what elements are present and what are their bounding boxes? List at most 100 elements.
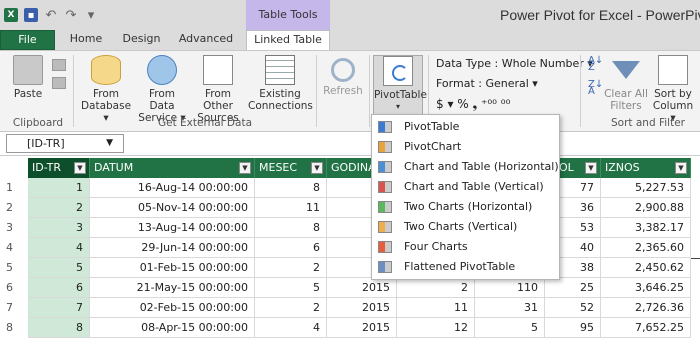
menu-item-four-charts[interactable]: Four Charts <box>372 237 559 257</box>
table-cell-id[interactable]: 4 <box>28 238 90 258</box>
row-number[interactable]: 8 <box>0 318 28 338</box>
format-dropdown[interactable]: Format : General ▾ <box>436 77 538 90</box>
table-cell-datum[interactable]: 02-Feb-15 00:00:00 <box>90 298 255 318</box>
row-number[interactable]: 1 <box>0 178 28 198</box>
paste-button[interactable]: Paste <box>8 55 48 100</box>
menu-item-pivotchart[interactable]: PivotChart <box>372 137 559 157</box>
chevron-down-icon[interactable]: ▼ <box>106 135 113 152</box>
from-data-service-button[interactable]: From Data Service ▾ <box>136 55 188 124</box>
filter-dropdown-icon[interactable]: ▼ <box>239 162 251 174</box>
table-cell-mesec[interactable]: 2 <box>255 298 327 318</box>
table-cell-mesec[interactable]: 4 <box>255 318 327 338</box>
column-header-iznos[interactable]: IZNOS ▼ <box>601 158 691 178</box>
menu-item-chart-and-table-horizontal[interactable]: Chart and Table (Horizontal) <box>372 157 559 177</box>
ribbon-tabs: File Home Design Advanced Linked Table <box>0 30 700 51</box>
table-cell-c5[interactable]: 11 <box>397 298 475 318</box>
filter-dropdown-icon[interactable]: ▼ <box>74 162 86 174</box>
tab-home[interactable]: Home <box>58 30 114 50</box>
cut-icon[interactable] <box>52 59 66 71</box>
table-cell-mesec[interactable]: 2 <box>255 258 327 278</box>
column-header-id-tr[interactable]: ID-TR ▼ <box>28 158 90 178</box>
menu-item-chart-and-table-vertical[interactable]: Chart and Table (Vertical) <box>372 177 559 197</box>
table-cell-mesec[interactable]: 6 <box>255 238 327 258</box>
from-database-button[interactable]: From Database ▾ <box>78 55 134 124</box>
row-number[interactable]: 2 <box>0 198 28 218</box>
table-cell-id[interactable]: 3 <box>28 218 90 238</box>
from-other-sources-button[interactable]: From Other Sources <box>190 55 246 124</box>
table-cell-ol[interactable]: 52 <box>545 298 601 318</box>
table-cell-iznos[interactable]: 3,646.25 <box>601 278 691 298</box>
sort-by-column-button[interactable]: Sort by Column ▾ <box>650 55 696 124</box>
table-cell-c5[interactable]: 2 <box>397 278 475 298</box>
table-cell-mesec[interactable]: 8 <box>255 218 327 238</box>
table-cell-iznos[interactable]: 2,726.36 <box>601 298 691 318</box>
table-cell-datum[interactable]: 21-May-15 00:00:00 <box>90 278 255 298</box>
redo-icon[interactable]: ↷ <box>64 8 78 23</box>
menu-item-two-charts-horizontal[interactable]: Two Charts (Horizontal) <box>372 197 559 217</box>
table-cell-c6[interactable]: 31 <box>475 298 545 318</box>
table-cell-datum[interactable]: 16-Aug-14 00:00:00 <box>90 178 255 198</box>
customize-icon[interactable]: ▾ <box>84 8 98 23</box>
table-cell-c6[interactable]: 5 <box>475 318 545 338</box>
copy-icon[interactable] <box>52 77 66 89</box>
row-number[interactable]: 4 <box>0 238 28 258</box>
filter-dropdown-icon[interactable]: ▼ <box>311 162 323 174</box>
table-cell-iznos[interactable]: 2,365.60 <box>601 238 691 258</box>
table-cell-iznos[interactable]: 2,450.62 <box>601 258 691 278</box>
table-cell-id[interactable]: 7 <box>28 298 90 318</box>
table-cell-datum[interactable]: 05-Nov-14 00:00:00 <box>90 198 255 218</box>
save-icon[interactable]: ▪ <box>24 8 38 22</box>
table-cell-id[interactable]: 5 <box>28 258 90 278</box>
table-cell-mesec[interactable]: 8 <box>255 178 327 198</box>
table-cell-id[interactable]: 2 <box>28 198 90 218</box>
table-cell-godina[interactable]: 2015 <box>327 318 397 338</box>
name-box[interactable]: [ID-TR] ▼ <box>6 134 124 153</box>
number-format-buttons[interactable]: $ ▾ % ❟ ⁺⁰⁰ ⁰⁰ <box>436 97 510 112</box>
table-cell-iznos[interactable]: 5,227.53 <box>601 178 691 198</box>
table-cell-iznos[interactable]: 3,382.17 <box>601 218 691 238</box>
table-cell-datum[interactable]: 29-Jun-14 00:00:00 <box>90 238 255 258</box>
excel-icon[interactable]: X <box>4 8 18 22</box>
table-cell-datum[interactable]: 13-Aug-14 00:00:00 <box>90 218 255 238</box>
row-number[interactable]: 6 <box>0 278 28 298</box>
tab-linked-table[interactable]: Linked Table <box>246 30 330 51</box>
table-cell-godina[interactable]: 2015 <box>327 298 397 318</box>
from-database-label-1: From <box>92 88 119 100</box>
filter-dropdown-icon[interactable]: ▼ <box>675 162 687 174</box>
menu-item-pivottable[interactable]: PivotTable <box>372 117 559 137</box>
table-cell-datum[interactable]: 01-Feb-15 00:00:00 <box>90 258 255 278</box>
column-header-mesec[interactable]: MESEC ▼ <box>255 158 327 178</box>
undo-icon[interactable]: ↶ <box>44 8 58 23</box>
table-cell-mesec[interactable]: 11 <box>255 198 327 218</box>
tab-advanced[interactable]: Advanced <box>170 30 242 50</box>
table-cell-c5[interactable]: 12 <box>397 318 475 338</box>
column-header-datum[interactable]: DATUM ▼ <box>90 158 255 178</box>
table-cell-mesec[interactable]: 5 <box>255 278 327 298</box>
tab-design[interactable]: Design <box>114 30 169 50</box>
existing-connections-button[interactable]: Existing Connections <box>248 55 313 112</box>
table-cell-ol[interactable]: 95 <box>545 318 601 338</box>
data-type-dropdown[interactable]: Data Type : Whole Number ▾ <box>436 57 593 70</box>
filter-dropdown-icon[interactable]: ▼ <box>585 162 597 174</box>
table-cell-iznos[interactable]: 7,652.25 <box>601 318 691 338</box>
table-cell-id[interactable]: 1 <box>28 178 90 198</box>
menu-item-two-charts-vertical[interactable]: Two Charts (Vertical) <box>372 217 559 237</box>
menu-item-flattened-pivottable[interactable]: Flattened PivotTable <box>372 257 559 277</box>
sort-descending-icon[interactable]: Z↓ A <box>588 80 603 97</box>
tab-file[interactable]: File <box>0 30 55 50</box>
table-cell-ol[interactable]: 25 <box>545 278 601 298</box>
menu-item-label: PivotChart <box>404 140 462 153</box>
table-cell-datum[interactable]: 08-Apr-15 00:00:00 <box>90 318 255 338</box>
row-number[interactable]: 5 <box>0 258 28 278</box>
sort-ascending-icon[interactable]: A↓ Z <box>588 56 603 73</box>
refresh-button[interactable]: Refresh <box>318 55 368 97</box>
table-cell-c6[interactable]: 110 <box>475 278 545 298</box>
table-cell-godina[interactable]: 2015 <box>327 278 397 298</box>
row-number[interactable]: 7 <box>0 298 28 318</box>
menu-item-label: Two Charts (Vertical) <box>404 220 518 233</box>
clear-all-filters-button[interactable]: Clear All Filters <box>604 55 648 112</box>
row-number[interactable]: 3 <box>0 218 28 238</box>
table-cell-id[interactable]: 8 <box>28 318 90 338</box>
table-cell-id[interactable]: 6 <box>28 278 90 298</box>
table-cell-iznos[interactable]: 2,900.88 <box>601 198 691 218</box>
